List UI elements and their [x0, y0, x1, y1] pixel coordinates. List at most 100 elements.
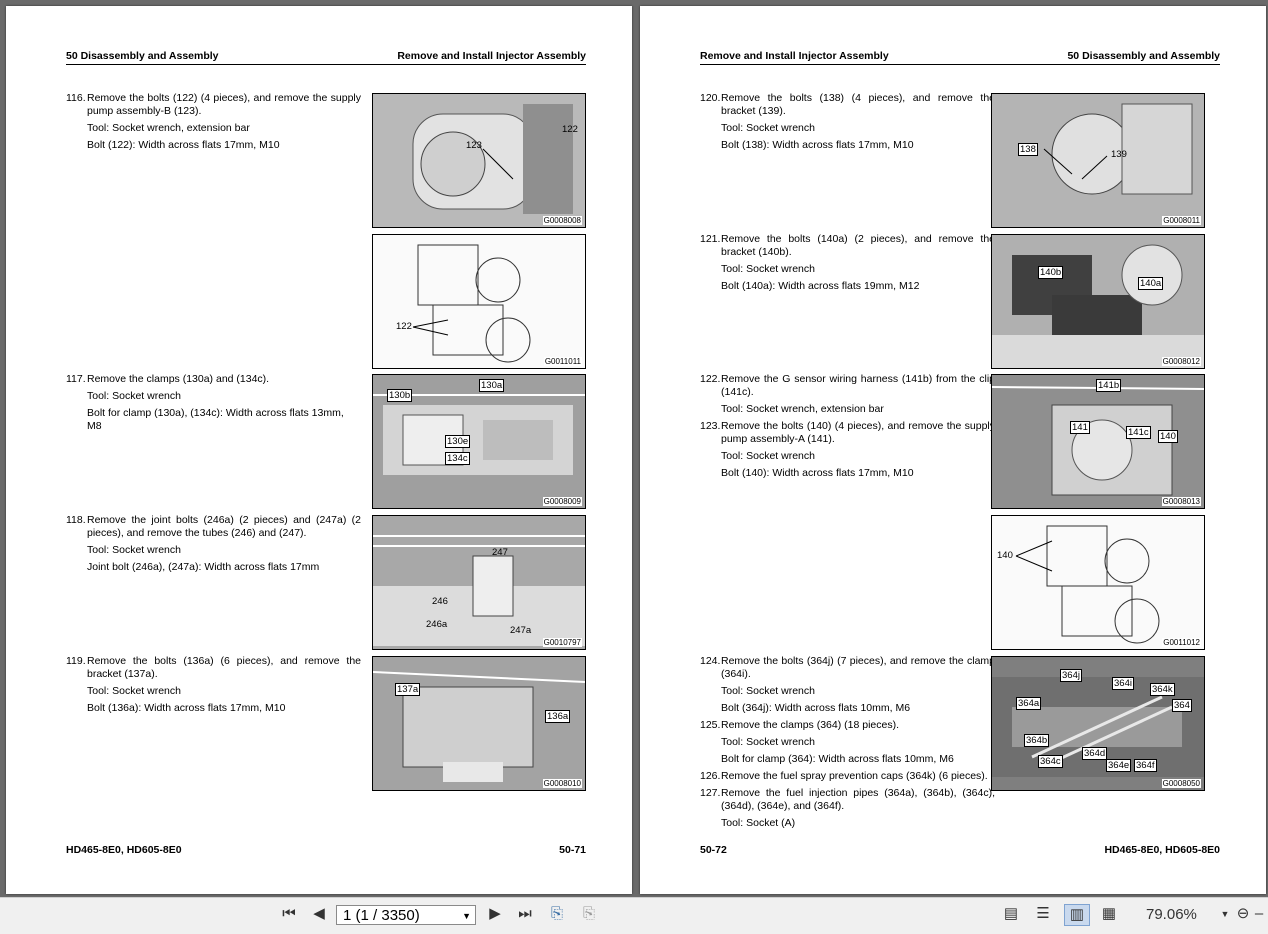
- zoom-level[interactable]: 79.06%: [1146, 905, 1197, 925]
- step-tool: Tool: Socket wrench: [721, 122, 815, 134]
- next-page-icon[interactable]: ▶: [484, 904, 506, 924]
- previous-view-icon[interactable]: ⎘: [546, 904, 568, 924]
- first-page-icon[interactable]: ⏮: [278, 904, 300, 924]
- previous-page-icon[interactable]: ◀: [308, 904, 330, 924]
- figure-code: G0008013: [1161, 497, 1201, 506]
- callout: 122: [562, 124, 578, 135]
- step-tool: Tool: Socket wrench: [87, 685, 181, 697]
- figure-code: G0011011: [543, 357, 582, 366]
- figure-code: G0011012: [1162, 638, 1201, 647]
- figure-supply-pump-a: 141b 141 141c 140 G0008013: [991, 374, 1205, 509]
- step-121: 121. Remove the bolts (140a) (2 pieces), …: [700, 233, 995, 293]
- step-tool: Tool: Socket (A): [721, 817, 796, 829]
- callout: 140: [1158, 430, 1178, 443]
- callout: 141b: [1096, 379, 1122, 392]
- callout: 134c: [445, 452, 470, 465]
- figure-code: G0008009: [542, 497, 582, 506]
- step-tool: Tool: Socket wrench: [721, 736, 815, 748]
- figure-code: G0008012: [1161, 357, 1201, 366]
- figure-code: G0008010: [542, 779, 582, 788]
- callout: 364a: [1016, 697, 1042, 710]
- callout: 364f: [1134, 759, 1157, 772]
- step-spec: Bolt for clamp (130a), (134c): Width acr…: [87, 407, 344, 432]
- step-text: Remove the bolts (140) (4 pieces), and r…: [721, 420, 995, 445]
- step-text: Remove the bolts (138) (4 pieces), and r…: [721, 92, 995, 117]
- callout: 364: [1172, 699, 1192, 712]
- step-number: 124.: [700, 655, 721, 667]
- step-text: Remove the fuel spray prevention caps (3…: [721, 770, 988, 782]
- step-number: 116.: [66, 92, 86, 104]
- step-tool: Tool: Socket wrench, extension bar: [87, 122, 250, 134]
- figure-pump-line-drawing: 122 G0011011: [372, 234, 586, 369]
- last-page-icon[interactable]: ⏭: [514, 904, 536, 924]
- step-text: Remove the clamps (364) (18 pieces).: [721, 719, 899, 731]
- footer-page-number: 50-72: [700, 844, 727, 856]
- callout: 138: [1018, 143, 1038, 156]
- step-spec: Bolt (140): Width across flats 17mm, M10: [721, 467, 914, 479]
- continuous-page-icon[interactable]: ☰: [1032, 904, 1054, 924]
- callout: 364e: [1106, 759, 1132, 772]
- step-118: 118. Remove the joint bolts (246a) (2 pie…: [66, 514, 361, 574]
- step-text: Remove the joint bolts (246a) (2 pieces)…: [87, 514, 361, 539]
- callout: 246: [432, 596, 448, 607]
- step-text: Remove the bolts (140a) (2 pieces), and …: [721, 233, 995, 258]
- callout: 136a: [545, 710, 571, 723]
- step-tool: Tool: Socket wrench: [721, 450, 815, 462]
- step-spec: Bolt (122): Width across flats 17mm, M10: [87, 139, 280, 151]
- page-header: 50 Disassembly and Assembly Remove and I…: [66, 44, 586, 65]
- figure-code: G0008008: [542, 216, 582, 225]
- step-tool: Tool: Socket wrench: [721, 685, 815, 697]
- page-number-field[interactable]: 1 (1 / 3350) ▼: [336, 905, 476, 925]
- figure-pump-a-line-drawing: 140 G0011012: [991, 515, 1205, 650]
- figure-bracket-140b: 140b 140a G0008012: [991, 234, 1205, 369]
- callout: 364k: [1150, 683, 1175, 696]
- step-124-127: 124. Remove the bolts (364j) (7 pieces), …: [700, 655, 995, 830]
- step-120: 120. Remove the bolts (138) (4 pieces), a…: [700, 92, 995, 152]
- header-left: 50 Disassembly and Assembly: [66, 50, 219, 62]
- step-text: Remove the G sensor wiring harness (141b…: [721, 373, 995, 398]
- callout: 247: [492, 547, 508, 558]
- figure-code: G0008050: [1161, 779, 1201, 788]
- header-right: 50 Disassembly and Assembly: [1067, 50, 1220, 62]
- callout: 141c: [1126, 426, 1151, 439]
- single-page-icon[interactable]: ▤: [1000, 904, 1022, 924]
- callout: 246a: [426, 619, 448, 630]
- step-number: 125.: [700, 719, 721, 731]
- document-viewer[interactable]: 50 Disassembly and Assembly Remove and I…: [0, 0, 1268, 897]
- figure-clamps: 130b 130a 130e 134c G0008009: [372, 374, 586, 509]
- step-text: Remove the bolts (136a) (6 pieces), and …: [87, 655, 361, 680]
- step-text: Remove the clamps (130a) and (134c).: [87, 373, 270, 385]
- callout: 122: [396, 321, 412, 332]
- step-117: 117. Remove the clamps (130a) and (134c).…: [66, 373, 361, 433]
- figure-bracket-137a: 137a 136a G0008010: [372, 656, 586, 791]
- toolbar-overflow: –: [1254, 905, 1264, 922]
- callout: 140a: [1138, 277, 1164, 290]
- page-header: Remove and Install Injector Assembly 50 …: [700, 44, 1220, 65]
- chevron-down-icon[interactable]: ▼: [462, 906, 471, 926]
- footer-page-number: 50-71: [559, 844, 586, 856]
- facing-pages-icon[interactable]: ▥: [1064, 904, 1090, 926]
- step-116: 116. Remove the bolts (122) (4 pieces), a…: [66, 92, 361, 152]
- zoom-out-icon[interactable]: ⊖: [1232, 904, 1254, 924]
- step-tool: Tool: Socket wrench: [87, 390, 181, 402]
- figure-fuel-injection-pipes: 364j 364i 364k 364a 364 364b 364d 364c 3…: [991, 656, 1205, 791]
- header-right: Remove and Install Injector Assembly: [397, 50, 586, 62]
- figure-joint-bolts: 247 246 246a 247a G0010797: [372, 515, 586, 650]
- step-tool: Tool: Socket wrench: [721, 263, 815, 275]
- callout: 130e: [445, 435, 471, 448]
- step-number: 120.: [700, 92, 721, 104]
- next-view-icon[interactable]: ⎘: [578, 904, 600, 924]
- callout: 137a: [395, 683, 421, 696]
- callout: 364d: [1082, 747, 1108, 760]
- step-text: Remove the bolts (122) (4 pieces), and r…: [87, 92, 361, 117]
- callout: 364j: [1060, 669, 1082, 682]
- step-number: 126.: [700, 770, 721, 782]
- step-spec: Bolt (136a): Width across flats 17mm, M1…: [87, 702, 286, 714]
- callout: 364i: [1112, 677, 1134, 690]
- step-number: 117.: [66, 373, 86, 385]
- page-50-72: Remove and Install Injector Assembly 50 …: [640, 6, 1266, 894]
- step-119: 119. Remove the bolts (136a) (6 pieces), …: [66, 655, 361, 715]
- continuous-facing-icon[interactable]: ▦: [1098, 904, 1120, 924]
- callout: 247a: [510, 625, 532, 636]
- step-text: Remove the bolts (364j) (7 pieces), and …: [721, 655, 995, 680]
